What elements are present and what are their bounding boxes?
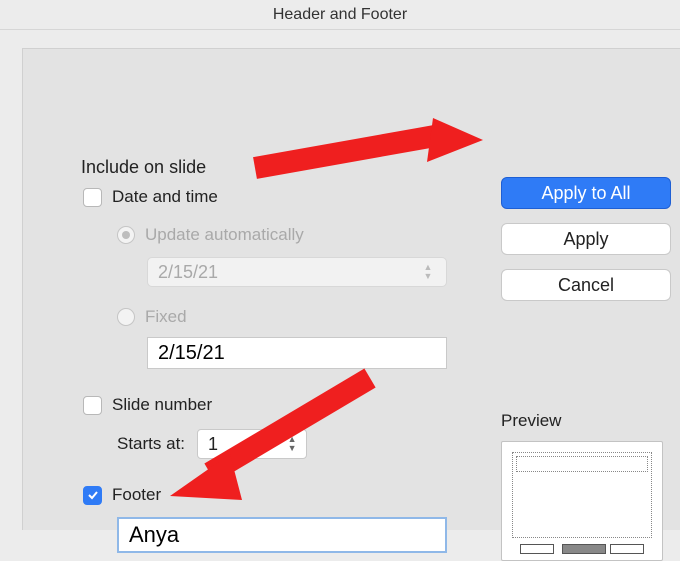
radio-update-auto[interactable] <box>117 226 135 244</box>
stepper-starts-at-value: 1 <box>208 434 218 455</box>
label-fixed: Fixed <box>145 307 187 327</box>
checkbox-slide-number[interactable] <box>83 396 102 415</box>
input-fixed-date-field[interactable] <box>156 341 438 366</box>
select-auto-date[interactable]: 2/15/21 ▲▼ <box>147 257 447 287</box>
input-fixed-date[interactable] <box>147 337 447 369</box>
input-footer-field[interactable] <box>127 521 437 549</box>
chevron-updown-icon: ▲▼ <box>420 263 436 281</box>
dialog-panel: Include on slide Date and time Update au… <box>22 48 680 530</box>
checkbox-footer[interactable] <box>83 486 102 505</box>
check-icon <box>87 489 99 501</box>
checkbox-date-time[interactable] <box>83 188 102 207</box>
window-title: Header and Footer <box>0 0 680 30</box>
label-footer: Footer <box>112 485 161 505</box>
preview-label: Preview <box>501 411 676 431</box>
label-slide-number: Slide number <box>112 395 212 415</box>
cancel-button[interactable]: Cancel <box>501 269 671 301</box>
apply-button[interactable]: Apply <box>501 223 671 255</box>
chevron-updown-icon: ▲▼ <box>284 435 300 453</box>
select-auto-date-value: 2/15/21 <box>158 262 218 283</box>
group-include-label: Include on slide <box>81 157 206 178</box>
radio-fixed[interactable] <box>117 308 135 326</box>
label-starts-at: Starts at: <box>117 434 185 454</box>
apply-to-all-button[interactable]: Apply to All <box>501 177 671 209</box>
label-update-auto: Update automatically <box>145 225 304 245</box>
input-footer[interactable] <box>117 517 447 553</box>
preview-thumbnail <box>501 441 663 561</box>
label-date-time: Date and time <box>112 187 218 207</box>
stepper-starts-at[interactable]: 1 ▲▼ <box>197 429 307 459</box>
